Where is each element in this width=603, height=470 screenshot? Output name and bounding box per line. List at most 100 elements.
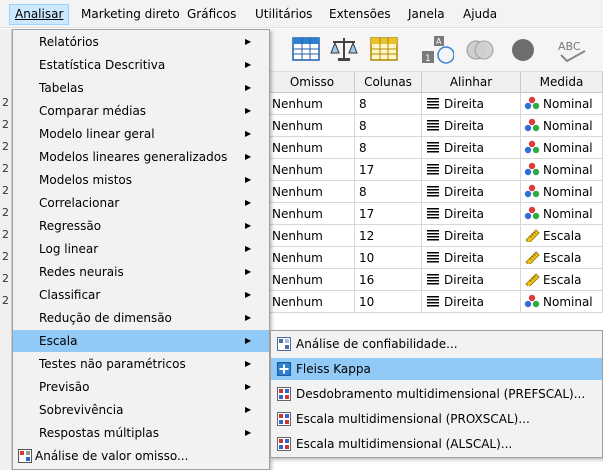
cell-alinhar[interactable]: Direita — [422, 291, 521, 313]
cell-text: Direita — [444, 163, 485, 177]
cell-alinhar[interactable]: Direita — [422, 115, 521, 137]
cell-omisso[interactable]: Nenhum — [270, 137, 355, 159]
weight-scale-icon[interactable] — [328, 33, 360, 65]
menu-item-comparar-médias[interactable]: Comparar médias ▶ — [13, 100, 269, 122]
menu-ajuda[interactable]: Ajuda — [458, 4, 502, 25]
cell-medida[interactable]: Nominal — [521, 115, 603, 137]
menu-item-sobrevivência[interactable]: Sobrevivência ▶ — [13, 399, 269, 421]
spell-check-icon[interactable]: ABC — [555, 33, 593, 67]
cell-medida[interactable]: Escala — [521, 247, 603, 269]
cell-text: Nenhum — [272, 119, 323, 133]
cell-colunas[interactable]: 8 — [355, 115, 422, 137]
menu-item-respostas-múltiplas[interactable]: Respostas múltiplas ▶ — [13, 422, 269, 444]
cell-colunas[interactable]: 16 — [355, 269, 422, 291]
cell-colunas[interactable]: 8 — [355, 181, 422, 203]
cell-omisso[interactable]: Nenhum — [270, 247, 355, 269]
menu-item-regressão[interactable]: Regressão ▶ — [13, 215, 269, 237]
cell-omisso[interactable]: Nenhum — [270, 291, 355, 313]
cell-medida[interactable]: Nominal — [521, 159, 603, 181]
submenu-arrow-icon: ▶ — [245, 336, 252, 345]
submenu-item-1[interactable]: Análise de confiabilidade... — [271, 333, 602, 355]
menu-item-correlacionar[interactable]: Correlacionar ▶ — [13, 192, 269, 214]
menu-item-testes-não-paramétricos[interactable]: Testes não paramétricos ▶ — [13, 353, 269, 375]
table-row: Nenhum 17 Direita Nominal — [270, 159, 603, 181]
cell-colunas[interactable]: 8 — [355, 137, 422, 159]
cell-alinhar[interactable]: Direita — [422, 269, 521, 291]
cell-colunas[interactable]: 12 — [355, 225, 422, 247]
menu-item-análise-de-valor-omisso[interactable]: Análise de valor omisso... — [13, 445, 269, 467]
column-header-medida[interactable]: Medida — [521, 72, 603, 93]
menu-janela[interactable]: Janela — [403, 4, 450, 25]
cell-alinhar[interactable]: Direita — [422, 137, 521, 159]
menu-analisar[interactable]: Analisar — [9, 4, 70, 25]
row-number: 2 — [2, 162, 9, 175]
cell-alinhar[interactable]: Direita — [422, 93, 521, 115]
menu-item-relatórios[interactable]: Relatórios ▶ — [13, 31, 269, 53]
column-header-omisso[interactable]: Omisso — [270, 72, 355, 93]
menu-item-redução-de-dimensão[interactable]: Redução de dimensão ▶ — [13, 307, 269, 329]
menu-item-modelos-lineares-generalizados[interactable]: Modelos lineares generalizados ▶ — [13, 146, 269, 168]
submenu-item-4[interactable]: Escala multidimensional (PROXSCAL)... — [271, 408, 602, 430]
cell-medida[interactable]: Escala — [521, 225, 603, 247]
cell-medida[interactable]: Nominal — [521, 203, 603, 225]
cell-text: Nominal — [543, 163, 593, 177]
cell-colunas[interactable]: 10 — [355, 291, 422, 313]
sets-icon[interactable] — [506, 33, 540, 67]
cell-omisso[interactable]: Nenhum — [270, 159, 355, 181]
cell-colunas[interactable]: 17 — [355, 203, 422, 225]
menu-label: Analisar — [15, 7, 64, 21]
menu-extensoes[interactable]: Extensões — [324, 4, 396, 25]
row-number: 2 — [2, 140, 9, 153]
cell-omisso[interactable]: Nenhum — [270, 181, 355, 203]
cell-medida[interactable]: Nominal — [521, 137, 603, 159]
submenu-item-label: Escala multidimensional (PROXSCAL)... — [296, 412, 530, 426]
cell-alinhar[interactable]: Direita — [422, 181, 521, 203]
menu-item-tabelas[interactable]: Tabelas ▶ — [13, 77, 269, 99]
menu-item-label: Modelos lineares generalizados — [39, 150, 228, 164]
column-header-alinhar[interactable]: Alinhar — [422, 72, 521, 93]
cell-text: 8 — [359, 119, 367, 133]
menu-marketing-direto[interactable]: Marketing direto — [76, 4, 185, 25]
cell-colunas[interactable]: 17 — [355, 159, 422, 181]
menu-item-estatística-descritiva[interactable]: Estatística Descritiva ▶ — [13, 54, 269, 76]
cell-alinhar[interactable]: Direita — [422, 247, 521, 269]
cell-medida[interactable]: Nominal — [521, 181, 603, 203]
cell-medida[interactable]: Nominal — [521, 93, 603, 115]
menu-item-redes-neurais[interactable]: Redes neurais ▶ — [13, 261, 269, 283]
row-header-strip: 2 2 2 2 2 2 2 2 2 2 — [0, 29, 12, 470]
scale-measure-icon — [525, 273, 540, 288]
select-cases-icon[interactable]: 1A — [420, 33, 454, 67]
cell-alinhar[interactable]: Direita — [422, 203, 521, 225]
submenu-arrow-icon: ▶ — [245, 106, 252, 115]
menu-item-escala[interactable]: Escala ▶ — [13, 330, 269, 352]
submenu-item-5[interactable]: Escala multidimensional (ALSCAL)... — [271, 433, 602, 455]
align-right-icon — [427, 296, 439, 307]
cell-medida[interactable]: Escala — [521, 269, 603, 291]
value-labels-icon[interactable] — [463, 33, 497, 67]
menu-graficos[interactable]: Gráficos — [182, 4, 241, 25]
menu-item-modelo-linear-geral[interactable]: Modelo linear geral ▶ — [13, 123, 269, 145]
cell-text: Direita — [444, 229, 485, 243]
cell-omisso[interactable]: Nenhum — [270, 203, 355, 225]
submenu-item-label: Fleiss Kappa — [296, 362, 371, 376]
cell-omisso[interactable]: Nenhum — [270, 269, 355, 291]
submenu-item-2[interactable]: Fleiss Kappa — [271, 358, 602, 380]
menu-item-log-linear[interactable]: Log linear ▶ — [13, 238, 269, 260]
menu-item-previsão[interactable]: Previsão ▶ — [13, 376, 269, 398]
submenu-item-3[interactable]: Desdobramento multidimensional (PREFSCAL… — [271, 383, 602, 405]
align-right-icon — [427, 252, 439, 263]
table-icon[interactable] — [368, 33, 400, 65]
cell-omisso[interactable]: Nenhum — [270, 93, 355, 115]
cell-colunas[interactable]: 10 — [355, 247, 422, 269]
cell-colunas[interactable]: 8 — [355, 93, 422, 115]
cell-alinhar[interactable]: Direita — [422, 225, 521, 247]
cell-omisso[interactable]: Nenhum — [270, 115, 355, 137]
menu-item-classificar[interactable]: Classificar ▶ — [13, 284, 269, 306]
cell-alinhar[interactable]: Direita — [422, 159, 521, 181]
column-header-colunas[interactable]: Colunas — [355, 72, 422, 93]
menu-utilitarios[interactable]: Utilitários — [250, 4, 317, 25]
cell-medida[interactable]: Nominal — [521, 291, 603, 313]
cell-omisso[interactable]: Nenhum — [270, 225, 355, 247]
data-view-icon[interactable] — [290, 33, 322, 65]
menu-item-modelos-mistos[interactable]: Modelos mistos ▶ — [13, 169, 269, 191]
